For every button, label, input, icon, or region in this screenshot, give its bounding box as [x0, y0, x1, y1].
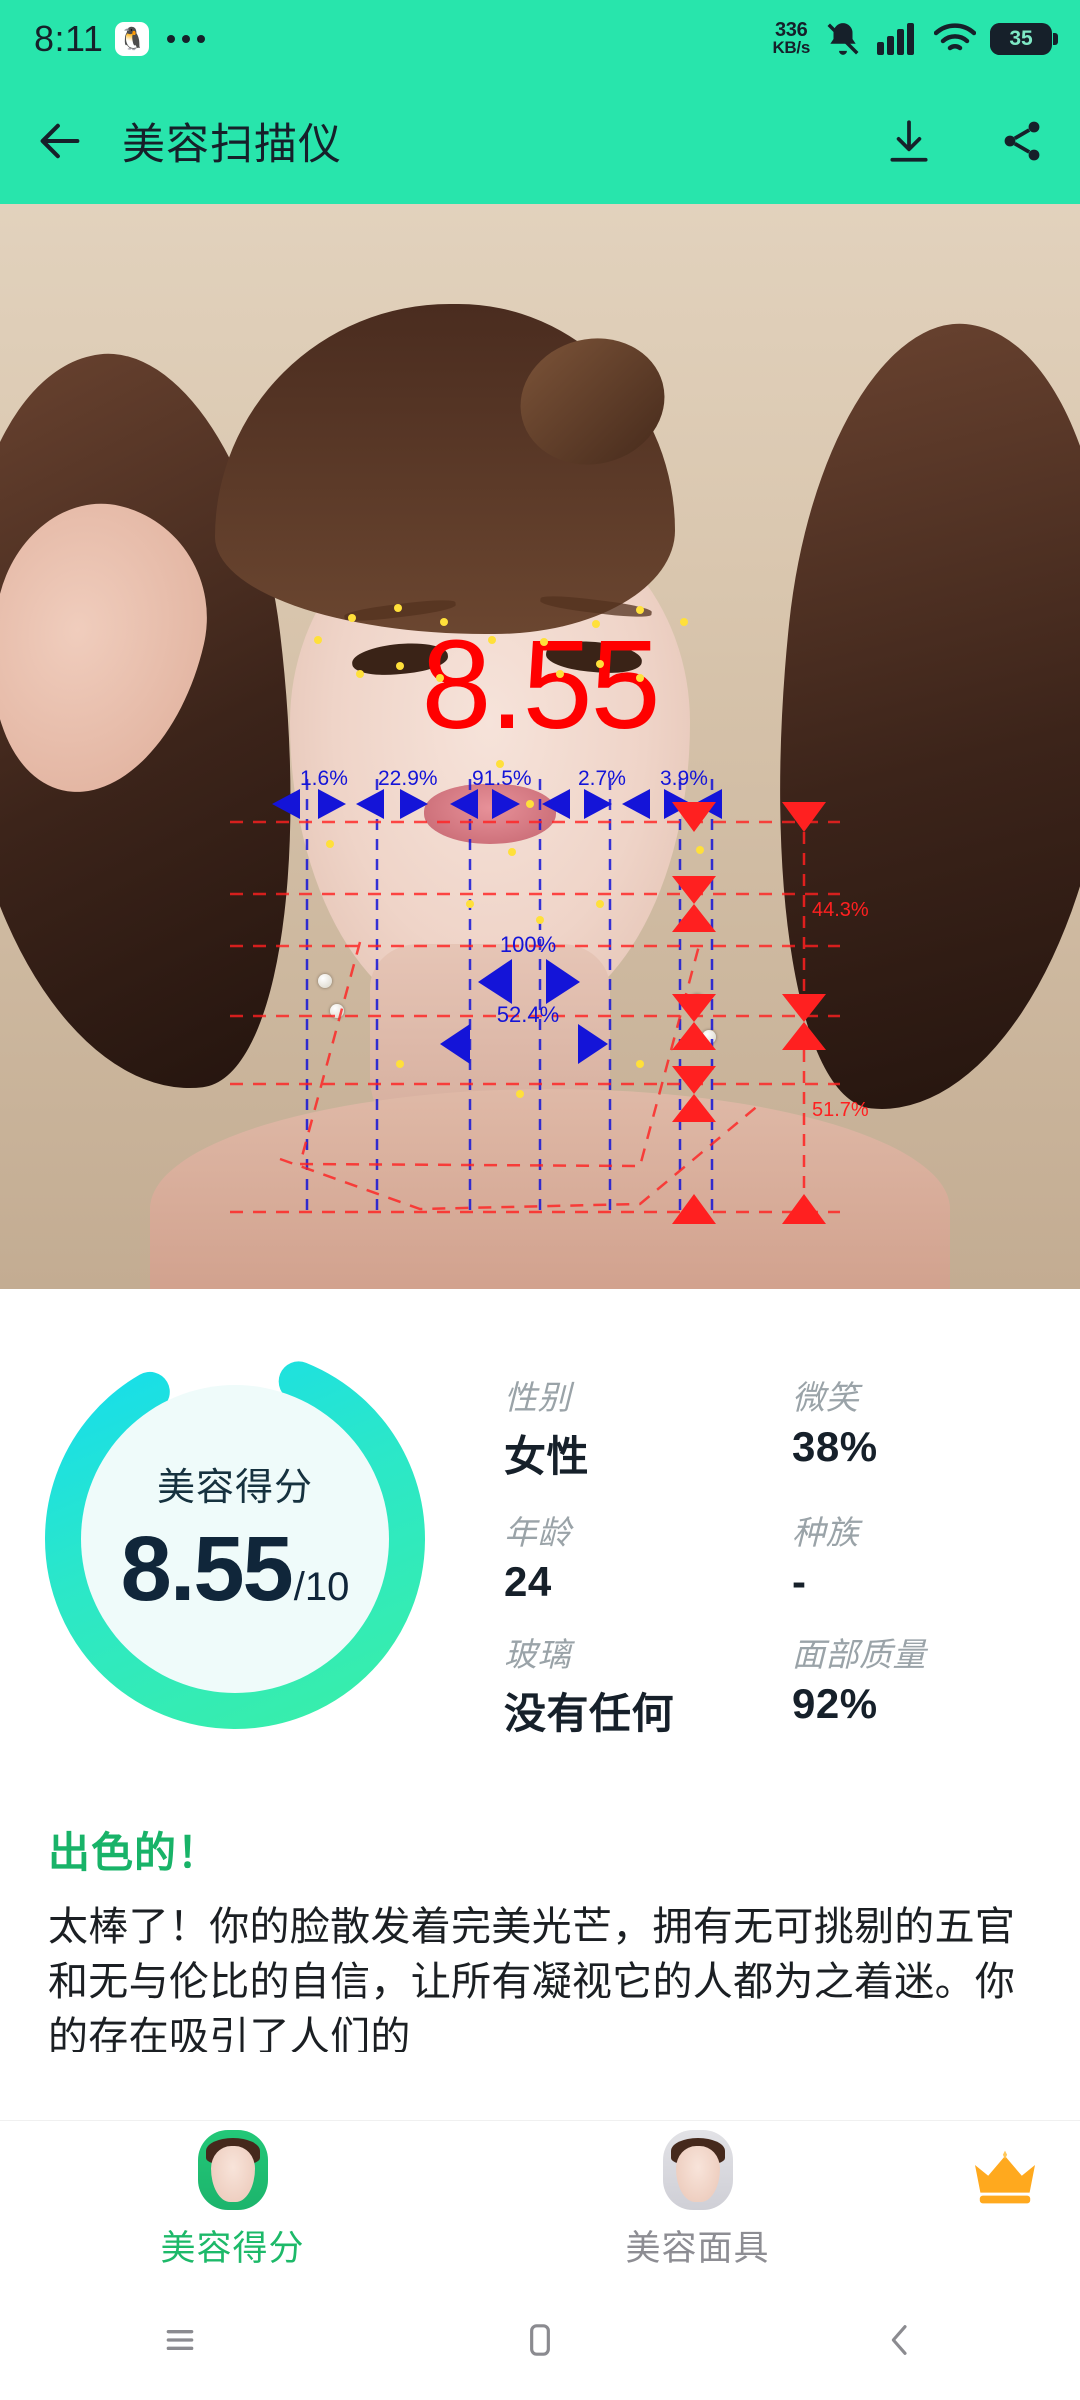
attribute-value-quality: 92%	[792, 1680, 878, 1727]
attribute-cell-smile: 微笑	[792, 1371, 1080, 1423]
attributes-grid: 性别 微笑 女性 38% 年龄 种族 24 - 玻璃 面部质量 没有任何 92%	[504, 1371, 1080, 1763]
attribute-label-race: 种族	[792, 1514, 859, 1551]
photo-earring-left	[318, 974, 332, 988]
status-bar: 8:11 🐧 336 KB/s 35	[0, 0, 1080, 78]
home-icon[interactable]	[480, 2320, 600, 2360]
attribute-label: 微笑	[792, 1379, 859, 1416]
tab-beauty-score[interactable]: 美容得分	[0, 2130, 465, 2271]
result-section: 美容得分 8.55 /10 性别 微笑 女性 38% 年龄 种族 24 - 玻璃…	[0, 1289, 1080, 2052]
status-bar-right: 336 KB/s 35	[772, 18, 1058, 58]
photo-earring-right	[690, 994, 704, 1008]
photo-earring-right2	[702, 1030, 716, 1044]
attribute-value-glasses: 没有任何	[504, 1690, 675, 1737]
beauty-score-gauge: 美容得分 8.55 /10	[0, 1329, 470, 1739]
bell-muted-icon	[824, 20, 862, 58]
face-attributes: 性别 微笑 女性 38% 年龄 种族 24 - 玻璃 面部质量 没有任何 92%	[470, 1329, 1080, 1763]
network-speed: 336 KB/s	[772, 18, 810, 58]
wifi-icon	[934, 23, 976, 55]
status-bar-left: 8:11 🐧	[34, 18, 206, 60]
gauge-inner: 美容得分 8.55 /10	[81, 1385, 389, 1693]
back-arrow-icon[interactable]	[34, 115, 86, 167]
beauty-mask-icon	[662, 2130, 733, 2210]
attribute-label: 性别	[504, 1379, 571, 1416]
verdict-title: 出色的！	[48, 1829, 221, 1876]
scan-photo-area[interactable]: 8.55 1.6% 22.9% 91.5% 2.7% 3.9% 100% 52.…	[0, 204, 1080, 1289]
share-icon[interactable]	[998, 117, 1046, 165]
photo-earring-left2	[330, 1004, 344, 1018]
menu-icon[interactable]	[120, 2320, 240, 2360]
tab-label-beauty-score: 美容得分	[160, 2229, 305, 2268]
android-nav-bar	[0, 2280, 1080, 2400]
premium-crown-button[interactable]	[930, 2147, 1080, 2255]
back-chevron-icon[interactable]	[840, 2320, 960, 2360]
cellular-signal-icon	[876, 22, 920, 56]
gauge-denominator: /10	[293, 1565, 350, 1609]
penguin-icon: 🐧	[115, 22, 150, 56]
attribute-cell-gender: 性别	[504, 1371, 792, 1423]
verdict-body: 太棒了！你的脸散发着完美光芒，拥有无可挑剔的五官和无与伦比的自信，让所有凝视它的…	[48, 1905, 1016, 2052]
attribute-label-glasses: 玻璃	[504, 1636, 571, 1673]
crown-icon	[975, 2150, 1035, 2203]
attribute-value-race: -	[792, 1558, 807, 1605]
download-icon[interactable]	[884, 116, 934, 166]
page-title: 美容扫描仪	[122, 121, 342, 169]
attribute-value-smile: 38%	[792, 1423, 878, 1470]
tab-beauty-mask[interactable]: 美容面具	[465, 2130, 930, 2271]
more-dots-icon	[167, 35, 206, 43]
photo-lips	[424, 784, 556, 844]
gauge-score: 8.55	[120, 1518, 294, 1620]
battery-level: 35	[1009, 27, 1033, 50]
attribute-label-quality: 面部质量	[792, 1636, 926, 1673]
app-header: 美容扫描仪	[0, 78, 1080, 204]
result-top-row: 美容得分 8.55 /10 性别 微笑 女性 38% 年龄 种族 24 - 玻璃…	[0, 1329, 1080, 1763]
beauty-score-icon	[197, 2130, 268, 2210]
gauge-value: 8.55 /10	[121, 1517, 350, 1622]
tab-label-beauty-mask: 美容面具	[625, 2229, 770, 2268]
bottom-tab-bar: 美容得分 美容面具	[0, 2120, 1080, 2280]
battery-icon: 35	[990, 23, 1058, 55]
attribute-value-gender: 女性	[504, 1433, 590, 1480]
verdict-block: 出色的！ 太棒了！你的脸散发着完美光芒，拥有无可挑剔的五官和无与伦比的自信，让所…	[0, 1763, 1080, 2052]
attribute-label-age: 年龄	[504, 1514, 571, 1551]
gauge-label: 美容得分	[156, 1467, 313, 1509]
attribute-value-age: 24	[504, 1558, 552, 1605]
status-clock: 8:11	[34, 18, 104, 59]
